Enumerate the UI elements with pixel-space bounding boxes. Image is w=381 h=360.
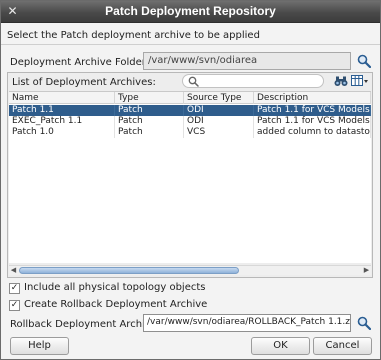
scroll-left-icon[interactable]: ◀: [9, 266, 18, 275]
cell-source-type: ODI: [184, 116, 254, 127]
table-header: Name Type Source Type Description: [9, 92, 371, 104]
column-header-description[interactable]: Description: [254, 92, 371, 104]
instruction-text: Select the Patch deployment archive to b…: [7, 30, 260, 41]
rollback-path-field[interactable]: /var/www/svn/odiarea/ROLLBACK_Patch 1.1.…: [143, 314, 351, 332]
cell-description: Patch 1.1 for VCS Models: [254, 105, 371, 116]
table-row[interactable]: Patch 1.0 Patch VCS added column to data…: [9, 127, 371, 138]
divider: [1, 44, 380, 45]
binoculars-icon[interactable]: [334, 75, 348, 87]
archives-list-label: List of Deployment Archives:: [12, 77, 156, 88]
columns-icon[interactable]: [351, 75, 369, 87]
scroll-right-icon[interactable]: ▶: [362, 266, 371, 275]
cell-source-type: ODI: [184, 105, 254, 116]
scroll-thumb[interactable]: [19, 267, 239, 274]
horizontal-scrollbar[interactable]: ◀ ▶: [9, 265, 371, 275]
cell-source-type: VCS: [184, 127, 254, 138]
cell-description: added column to datastore.: [254, 127, 371, 138]
include-physical-checkbox[interactable]: ✓: [9, 283, 20, 294]
search-icon[interactable]: [357, 316, 371, 330]
cell-name: Patch 1.1: [9, 105, 115, 116]
cell-type: Patch: [115, 127, 184, 138]
table-row[interactable]: EXEC_Patch 1.1 Patch ODI Patch 1.1 for V…: [9, 116, 371, 127]
column-header-name[interactable]: Name: [9, 92, 115, 104]
column-header-type[interactable]: Type: [115, 92, 184, 104]
patch-deployment-dialog: ✕ Patch Deployment Repository Select the…: [0, 0, 381, 360]
filter-input[interactable]: [182, 74, 324, 88]
ok-button[interactable]: OK: [251, 337, 310, 355]
search-icon: [188, 76, 199, 87]
create-rollback-checkbox[interactable]: ✓: [9, 300, 20, 311]
cancel-button[interactable]: Cancel: [313, 337, 372, 355]
dialog-title: Patch Deployment Repository: [105, 4, 276, 18]
title-bar: ✕ Patch Deployment Repository: [1, 1, 380, 23]
column-header-source-type[interactable]: Source Type: [184, 92, 254, 104]
include-physical-label: Include all physical topology objects: [24, 282, 206, 293]
cell-name: EXEC_Patch 1.1: [9, 116, 115, 127]
cell-type: Patch: [115, 105, 184, 116]
cell-type: Patch: [115, 116, 184, 127]
folder-path-field[interactable]: /var/www/svn/odiarea: [143, 52, 351, 70]
deployment-archives-panel: List of Deployment Archives: Name Type S…: [7, 72, 373, 278]
cell-name: Patch 1.0: [9, 127, 115, 138]
archives-table: Name Type Source Type Description Patch …: [9, 91, 371, 263]
cell-description: Patch 1.1 for VCS Models: [254, 116, 371, 127]
create-rollback-label: Create Rollback Deployment Archive: [24, 299, 208, 310]
table-row[interactable]: Patch 1.1 Patch ODI Patch 1.1 for VCS Mo…: [9, 105, 371, 116]
search-icon[interactable]: [357, 54, 371, 68]
help-button[interactable]: Help: [10, 337, 69, 355]
